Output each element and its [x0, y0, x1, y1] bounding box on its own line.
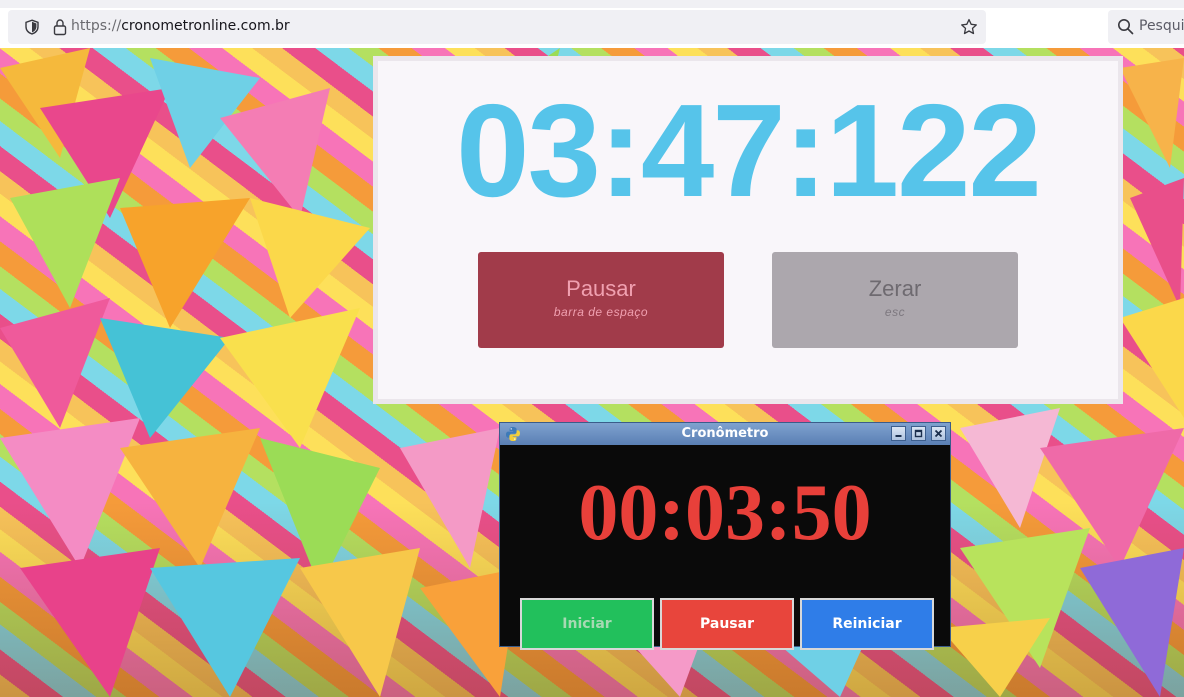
pause-button[interactable]: Pausar barra de espaço: [478, 252, 724, 348]
start-button[interactable]: Iniciar: [520, 598, 654, 650]
close-button[interactable]: [931, 426, 946, 441]
maximize-icon: [914, 429, 923, 438]
url-bar[interactable]: https://cronometronline.com.br: [8, 10, 986, 44]
tab-strip: [0, 0, 1184, 8]
reset-button-label: Zerar: [868, 276, 922, 301]
window-title: Cronômetro: [681, 426, 769, 441]
web-stopwatch-inner: 03:47:122 Pausar barra de espaço Zerar e…: [378, 61, 1118, 399]
window-body: 00:03:50 Iniciar Pausar Reiniciar: [500, 445, 950, 650]
window-titlebar[interactable]: Cronômetro: [500, 423, 950, 445]
url-text[interactable]: https://cronometronline.com.br: [71, 18, 290, 34]
web-stopwatch-panel: 03:47:122 Pausar barra de espaço Zerar e…: [373, 56, 1123, 404]
minimize-icon: [895, 435, 902, 437]
lock-icon[interactable]: [52, 18, 68, 36]
maximize-button[interactable]: [911, 426, 926, 441]
minimize-button[interactable]: [891, 426, 906, 441]
pause-button-label: Pausar: [566, 276, 636, 301]
url-host: cronometronline.com.br: [121, 18, 290, 34]
search-icon: [1118, 19, 1134, 35]
app-stopwatch-time: 00:03:50: [578, 469, 872, 557]
restart-button[interactable]: Reiniciar: [800, 598, 934, 650]
search-bar[interactable]: Pesqui: [1108, 10, 1184, 44]
reset-button[interactable]: Zerar esc: [772, 252, 1018, 348]
url-scheme: https://: [71, 18, 122, 34]
reset-button-shortcut: esc: [884, 305, 906, 319]
close-icon: [934, 429, 943, 438]
pause-button-shortcut: barra de espaço: [553, 305, 649, 319]
browser-toolbar: https://cronometronline.com.br Pesqui: [0, 0, 1184, 48]
bookmark-star-icon[interactable]: [960, 18, 978, 36]
shield-icon[interactable]: [24, 19, 40, 35]
app-pause-button[interactable]: Pausar: [660, 598, 794, 650]
web-stopwatch-time: 03:47:122: [456, 77, 1042, 224]
app-window: Cronômetro 00:03:50 Iniciar Pausar Reini…: [499, 422, 951, 650]
search-placeholder: Pesqui: [1139, 18, 1184, 34]
